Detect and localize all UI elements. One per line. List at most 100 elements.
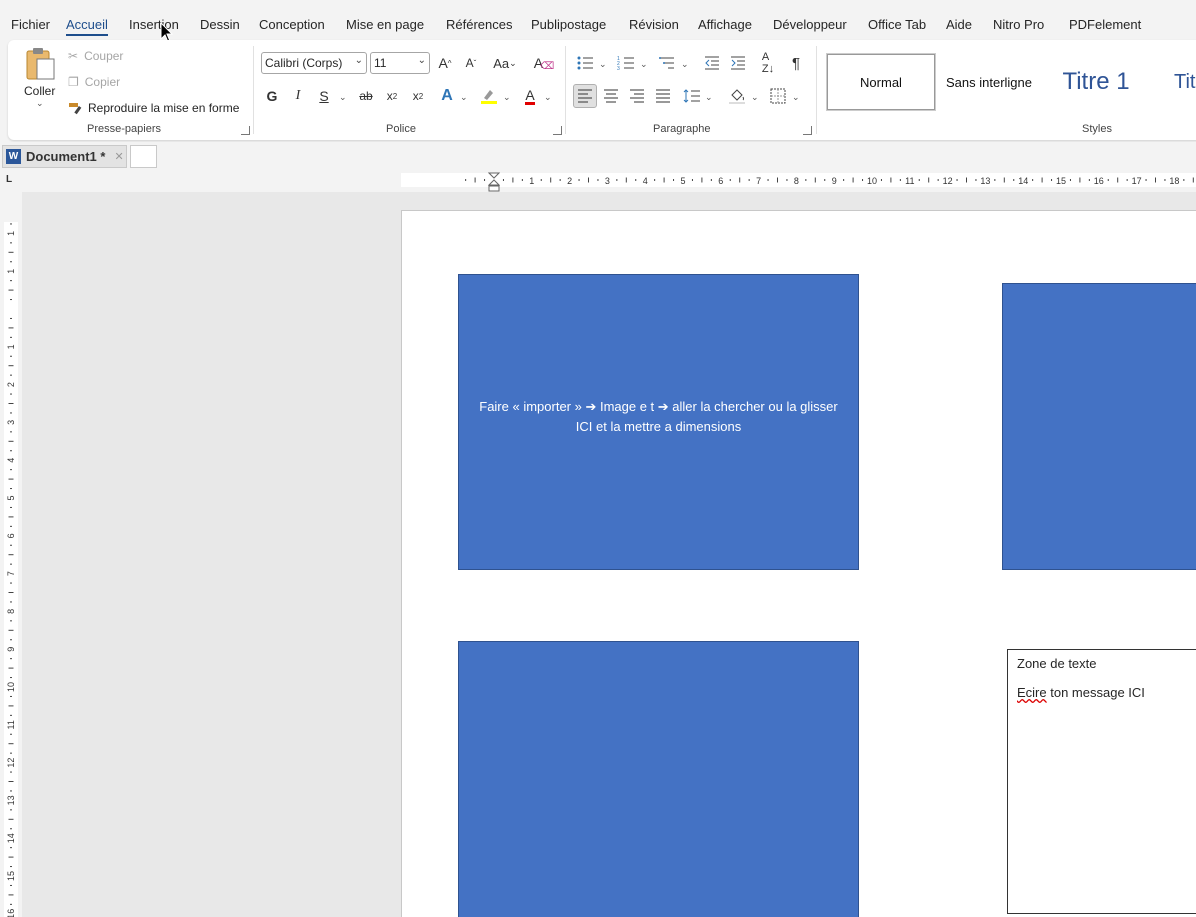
multilevel-list-icon[interactable] xyxy=(655,51,679,75)
text-box[interactable]: Zone de texte Ecire ton message ICI xyxy=(1007,649,1196,914)
copy-button[interactable]: ❐ Copier xyxy=(68,75,120,89)
tab-dessin[interactable]: Dessin xyxy=(200,17,240,32)
tab-mise-en-page[interactable]: Mise en page xyxy=(346,17,424,32)
ruler-number: 14 xyxy=(6,833,16,843)
group-separator xyxy=(816,46,817,134)
textbox-message-rest[interactable]: ton message ICI xyxy=(1047,685,1145,700)
chevron-down-icon[interactable]: ⌄ xyxy=(751,92,759,103)
tab-developpeur[interactable]: Développeur xyxy=(773,17,847,32)
align-right-icon xyxy=(630,89,644,103)
chevron-down-icon[interactable]: ⌄ xyxy=(705,92,713,103)
blue-rectangle-shape[interactable] xyxy=(458,641,859,917)
chevron-down-icon[interactable]: ⌄ xyxy=(460,92,468,103)
document-canvas[interactable]: Faire « importer » ➔ Image e t ➔ aller l… xyxy=(22,192,1196,917)
tab-conception[interactable]: Conception xyxy=(259,17,325,32)
document-tab-title: Document1 * xyxy=(26,149,106,164)
tab-revision[interactable]: Révision xyxy=(629,17,679,32)
chevron-down-icon[interactable]: ⌄ xyxy=(792,92,800,103)
indent-marker-icon[interactable] xyxy=(488,172,500,192)
chevron-down-icon[interactable]: ⌄ xyxy=(640,59,648,70)
change-case-icon[interactable]: Aa ⌄ xyxy=(490,51,520,75)
superscript-icon[interactable]: x2 xyxy=(406,84,430,108)
style-normal[interactable]: Normal xyxy=(826,53,936,111)
align-left-icon xyxy=(578,89,592,103)
paste-button[interactable]: Coller ⌄ xyxy=(22,46,60,116)
borders-icon[interactable] xyxy=(766,84,790,108)
shading-icon[interactable] xyxy=(725,84,749,108)
align-center-button[interactable] xyxy=(599,84,623,108)
tab-fichier[interactable]: Fichier xyxy=(11,17,50,32)
bullet-list-icon xyxy=(577,56,593,70)
style-sans-interligne[interactable]: Sans interligne xyxy=(937,54,1041,110)
font-family-select[interactable]: Calibri (Corps) ⌄ xyxy=(261,52,367,74)
style-titre-2[interactable]: Tit xyxy=(1174,54,1196,110)
font-launcher-icon[interactable] xyxy=(553,126,562,135)
underline-button[interactable]: S xyxy=(312,84,336,108)
chevron-down-icon[interactable]: ⌄ xyxy=(681,59,689,70)
strikethrough-icon[interactable]: ab xyxy=(354,84,378,108)
cut-button[interactable]: ✂ Couper xyxy=(68,49,123,63)
clear-formatting-icon[interactable]: A ⌫ xyxy=(532,51,556,75)
paste-dropdown-icon[interactable]: ⌄ xyxy=(36,98,44,109)
justify-icon xyxy=(656,89,670,103)
decrease-indent-icon[interactable] xyxy=(700,51,724,75)
bullets-icon[interactable] xyxy=(573,51,597,75)
tab-pdfelement[interactable]: PDFelement xyxy=(1069,17,1141,32)
highlight-icon[interactable] xyxy=(477,84,501,108)
document-tab[interactable]: W Document1 * ✕ xyxy=(2,145,127,168)
horizontal-ruler[interactable]: 1 2 3 4 5 6 7 8 9 10 11 12 13 14 15 16 17 18 xyxy=(24,170,1196,192)
textbox-message[interactable]: Ecire ton message ICI xyxy=(1017,685,1196,700)
italic-button[interactable]: I xyxy=(286,84,310,108)
justify-button[interactable] xyxy=(651,84,675,108)
tab-aide[interactable]: Aide xyxy=(946,17,972,32)
shape-instruction-text[interactable]: Faire « importer » ➔ Image e t ➔ aller l… xyxy=(459,397,858,437)
align-center-icon xyxy=(604,89,618,103)
ruler-number: 6 xyxy=(718,176,723,186)
blue-rectangle-shape[interactable]: Faire « importer » ➔ Image e t ➔ aller l… xyxy=(458,274,859,570)
font-color-icon[interactable]: A xyxy=(518,84,542,108)
tab-nitro-pro[interactable]: Nitro Pro xyxy=(993,17,1044,32)
align-right-button[interactable] xyxy=(625,84,649,108)
clipboard-launcher-icon[interactable] xyxy=(241,126,250,135)
chevron-down-icon[interactable]: ⌄ xyxy=(503,92,511,103)
subscript-icon[interactable]: x2 xyxy=(380,84,404,108)
increase-indent-icon[interactable] xyxy=(726,51,750,75)
ruler-number: 15 xyxy=(1056,176,1066,186)
document-page[interactable]: Faire « importer » ➔ Image e t ➔ aller l… xyxy=(401,210,1196,917)
tab-office-tab[interactable]: Office Tab xyxy=(868,17,926,32)
format-painter-button[interactable]: Reproduire la mise en forme xyxy=(68,101,239,115)
ruler-number: 16 xyxy=(1094,176,1104,186)
paragraph-launcher-icon[interactable] xyxy=(803,126,812,135)
line-spacing-icon[interactable] xyxy=(680,84,704,108)
shrink-font-icon[interactable]: Aˇ xyxy=(459,51,483,75)
vertical-ruler[interactable]: 1 1 1 2 3 4 5 6 7 8 9 10 11 12 13 14 15 16 xyxy=(0,192,22,917)
tab-selector[interactable]: L xyxy=(0,170,24,192)
ruler-number: 7 xyxy=(756,176,761,186)
textbox-title[interactable]: Zone de texte xyxy=(1017,656,1196,671)
pilcrow-icon[interactable]: ¶ xyxy=(784,51,808,75)
sort-icon[interactable]: A Z↓ xyxy=(756,51,780,75)
grow-font-icon[interactable]: A ^ xyxy=(433,51,457,75)
bold-button[interactable]: G xyxy=(260,84,284,108)
misspelled-word[interactable]: Ecire xyxy=(1017,685,1047,700)
ruler-number: 10 xyxy=(867,176,877,186)
chevron-down-icon[interactable]: ⌄ xyxy=(544,92,552,103)
paintbrush-icon xyxy=(69,103,82,115)
new-tab-button[interactable] xyxy=(130,145,157,168)
style-titre-1[interactable]: Titre 1 xyxy=(1048,54,1144,110)
tab-accueil[interactable]: Accueil xyxy=(66,17,108,36)
close-icon[interactable]: ✕ xyxy=(114,150,123,163)
ruler-number: 6 xyxy=(6,533,16,538)
align-left-button[interactable] xyxy=(573,84,597,108)
chevron-down-icon[interactable]: ⌄ xyxy=(599,59,607,70)
chevron-down-icon[interactable]: ⌄ xyxy=(339,92,347,103)
tab-references[interactable]: Références xyxy=(446,17,512,32)
tab-affichage[interactable]: Affichage xyxy=(698,17,752,32)
clipboard-group-label: Presse-papiers xyxy=(87,123,161,135)
blue-rectangle-shape[interactable] xyxy=(1002,283,1196,570)
ruler-number: 16 xyxy=(6,909,16,917)
numbering-icon[interactable]: 123 xyxy=(614,51,638,75)
text-effects-icon[interactable]: A xyxy=(435,84,459,108)
tab-publipostage[interactable]: Publipostage xyxy=(531,17,606,32)
font-size-select[interactable]: 11 ⌄ xyxy=(370,52,430,74)
